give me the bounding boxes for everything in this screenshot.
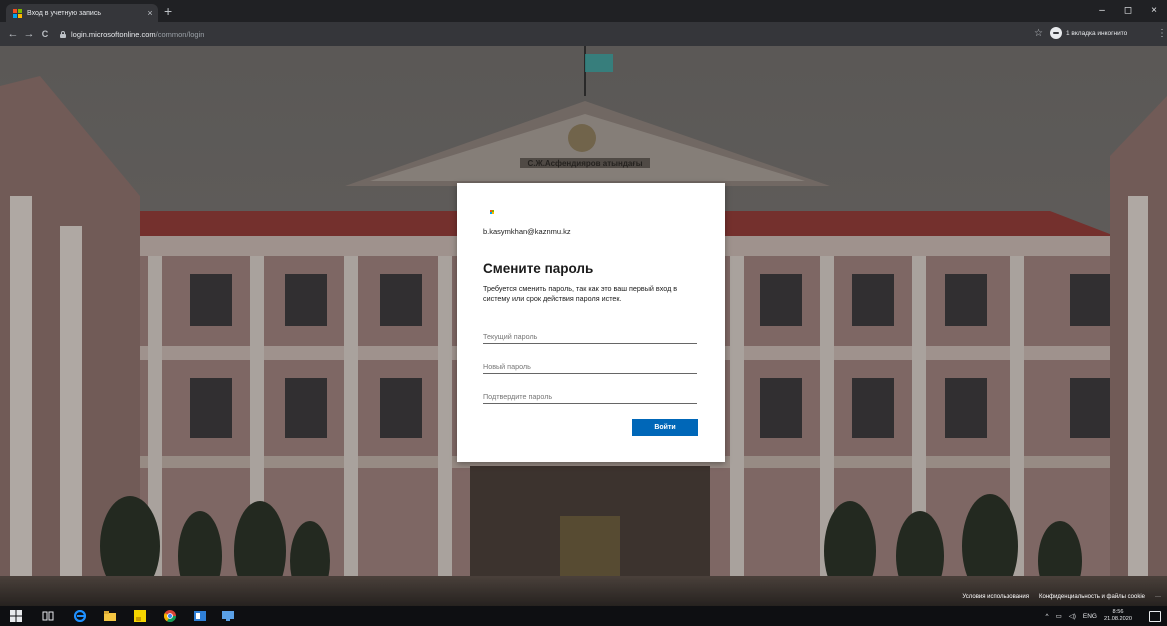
browser-toolbar: ← → C login.microsoftonline.com /common/…	[0, 22, 1167, 46]
task-view-icon[interactable]	[42, 610, 54, 622]
sign-in-button[interactable]: Войти	[632, 419, 698, 436]
close-window-button[interactable]: ×	[1141, 0, 1167, 22]
chrome-icon[interactable]	[164, 610, 176, 622]
new-password-input[interactable]	[483, 359, 697, 374]
clock[interactable]: 8:56 21.08.2020	[1104, 609, 1139, 623]
incognito-indicator[interactable]: 1 вкладка инкогнито	[1050, 27, 1127, 39]
microsoft-icon	[13, 8, 22, 18]
edge-icon[interactable]	[74, 610, 86, 622]
footer-links: Условия использования Конфиденциальность…	[962, 594, 1161, 600]
window-controls: – ◻ ×	[1089, 0, 1167, 22]
clock-time: 8:56	[1112, 609, 1124, 615]
browser-tab-bar: Вход в учетную запись × + – ◻ ×	[0, 0, 1167, 22]
microsoft-logo-icon	[490, 210, 494, 214]
clock-date: 21.08.2020	[1104, 616, 1132, 622]
tab-close-icon[interactable]: ×	[142, 8, 158, 18]
file-explorer-icon[interactable]	[104, 610, 116, 622]
outlook-icon[interactable]	[194, 610, 206, 622]
current-password-input[interactable]	[483, 329, 697, 344]
forward-button[interactable]: →	[22, 26, 36, 42]
more-options-button[interactable]: ···	[1155, 594, 1161, 600]
windows-taskbar: ^ ▭ ◁) ENG 8:56 21.08.2020	[0, 606, 1167, 626]
lock-icon	[60, 30, 66, 38]
tab-title: Вход в учетную запись	[27, 9, 101, 17]
minimize-button[interactable]: –	[1089, 0, 1115, 22]
network-icon[interactable]: ▭	[1056, 612, 1062, 620]
address-bar[interactable]: login.microsoftonline.com /common/login	[60, 26, 1040, 42]
dialog-title: Смените пароль	[483, 261, 594, 276]
url-host: login.microsoftonline.com	[71, 29, 156, 39]
windows-start-icon[interactable]	[10, 610, 22, 622]
volume-icon[interactable]: ◁)	[1069, 612, 1076, 620]
dialog-description: Требуется сменить пароль, так как это ва…	[483, 284, 678, 303]
reload-button[interactable]: C	[38, 26, 52, 42]
change-password-dialog: b.kasymkhan@kaznmu.kz Смените пароль Тре…	[457, 183, 725, 462]
maximize-button[interactable]: ◻	[1115, 0, 1141, 22]
incognito-label: 1 вкладка инкогнито	[1066, 29, 1128, 37]
sticky-notes-icon[interactable]	[134, 610, 146, 622]
new-tab-button[interactable]: +	[164, 3, 172, 19]
notifications-icon[interactable]	[1149, 610, 1161, 622]
browser-tab[interactable]: Вход в учетную запись ×	[6, 4, 158, 22]
privacy-link[interactable]: Конфиденциальность и файлы cookie	[1039, 594, 1145, 600]
tray-chevron-icon[interactable]: ^	[1046, 613, 1049, 620]
browser-menu-button[interactable]: ⋮	[1157, 26, 1167, 42]
confirm-password-input[interactable]	[483, 389, 697, 404]
url-path: /common/login	[155, 29, 205, 39]
account-email: b.kasymkhan@kaznmu.kz	[483, 227, 571, 236]
remote-desktop-icon[interactable]	[222, 610, 234, 622]
language-indicator[interactable]: ENG	[1083, 613, 1097, 620]
back-button[interactable]: ←	[6, 26, 20, 42]
system-tray: ^ ▭ ◁) ENG 8:56 21.08.2020	[1046, 606, 1167, 626]
terms-link[interactable]: Условия использования	[962, 594, 1029, 600]
incognito-icon	[1050, 27, 1062, 39]
bookmark-star-icon[interactable]: ☆	[1034, 26, 1043, 42]
